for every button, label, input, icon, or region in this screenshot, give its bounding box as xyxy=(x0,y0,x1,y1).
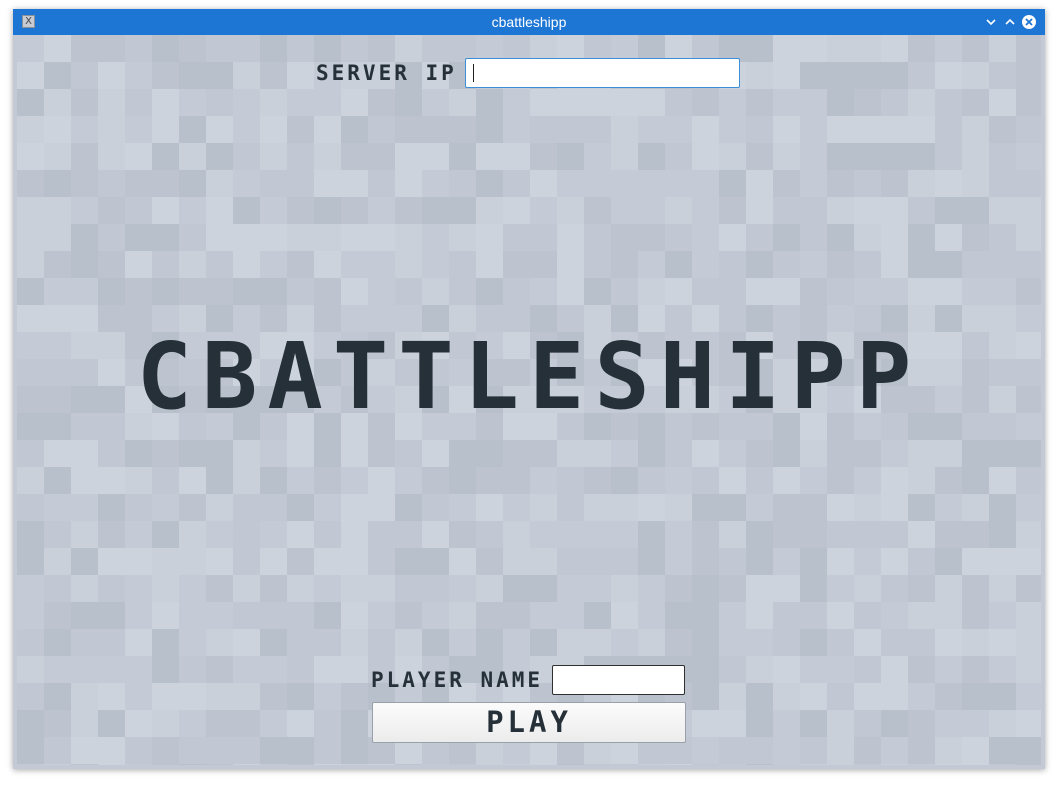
game-title: CBATTLESHIPP xyxy=(136,323,922,430)
close-button[interactable] xyxy=(1020,13,1038,31)
title-bar[interactable]: X cbattleshipp xyxy=(13,9,1045,35)
close-icon xyxy=(1022,15,1036,29)
text-cursor xyxy=(473,64,474,82)
play-button[interactable]: PLAY xyxy=(372,702,686,743)
minimize-button[interactable] xyxy=(982,13,1000,31)
window-title: cbattleshipp xyxy=(491,14,567,30)
server-ip-input[interactable] xyxy=(465,58,740,88)
application-window: X cbattleshipp SERVER IP CBATTLESHIPP PL… xyxy=(13,9,1045,769)
game-menu: SERVER IP CBATTLESHIPP PLAYER NAME PLAY xyxy=(17,35,1041,765)
server-ip-label: SERVER IP xyxy=(316,61,457,85)
maximize-icon xyxy=(1005,18,1015,25)
maximize-button[interactable] xyxy=(1001,13,1019,31)
minimize-icon xyxy=(986,19,996,26)
player-name-label: PLAYER NAME xyxy=(371,668,544,692)
player-name-input[interactable] xyxy=(552,665,685,695)
